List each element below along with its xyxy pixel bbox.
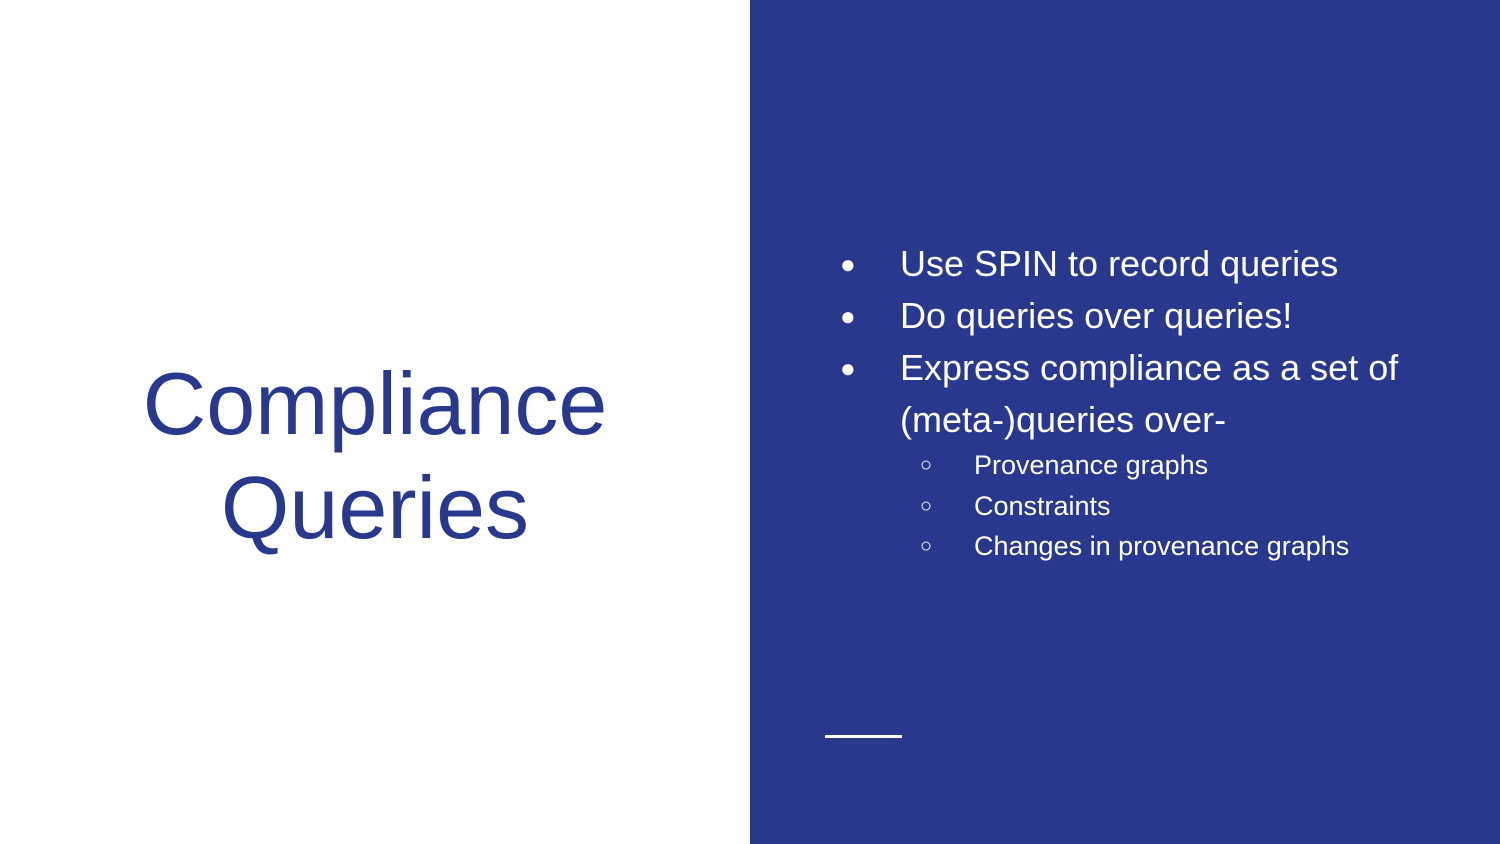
bullet-marker: ● — [840, 301, 856, 331]
bullet-marker: ● — [840, 249, 856, 279]
accent-divider — [825, 735, 902, 738]
bullet-text: Do queries over queries! — [900, 295, 1293, 336]
bullet-text: Use SPIN to record queries — [900, 243, 1339, 284]
bullet-marker: ● — [840, 353, 856, 383]
sub-bullet-marker: ○ — [920, 454, 933, 476]
left-panel: Compliance Queries — [0, 0, 750, 844]
sub-bullet-text: Changes in provenance graphs — [974, 531, 1350, 561]
right-panel: ● Use SPIN to record queries ● Do querie… — [750, 0, 1500, 844]
slide-title: Compliance Queries — [0, 352, 750, 560]
sub-bullet-text: Constraints — [974, 491, 1111, 521]
slide: Compliance Queries ● Use SPIN to record … — [0, 0, 1500, 844]
title-line-1: Compliance — [142, 354, 608, 453]
bullet-list: ● Use SPIN to record queries ● Do querie… — [750, 0, 1500, 844]
sub-bullet-marker: ○ — [920, 495, 933, 517]
sub-bullet-marker: ○ — [920, 535, 933, 557]
bullet-text: Express compliance as a set of (meta-)qu… — [900, 347, 1399, 440]
sub-bullet-text: Provenance graphs — [974, 450, 1209, 480]
title-line-2: Queries — [220, 458, 530, 557]
